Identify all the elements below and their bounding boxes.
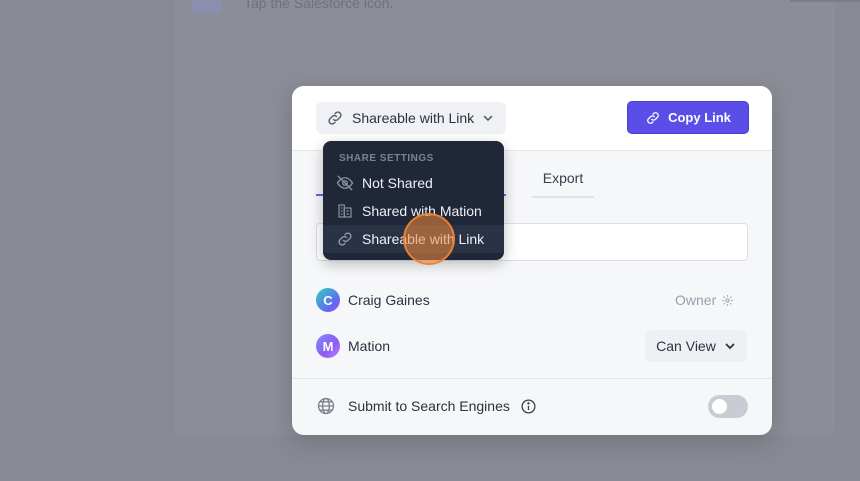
seo-label: Submit to Search Engines [348, 398, 510, 414]
background-step: Tap the Salesforce icon. [192, 0, 393, 14]
menu-item-label: Shareable with Link [362, 231, 485, 247]
gear-icon[interactable] [721, 294, 734, 307]
globe-icon [316, 396, 336, 416]
copy-link-button[interactable]: Copy Link [627, 101, 749, 134]
tab-export[interactable]: Export [532, 170, 594, 198]
menu-item-shared-with-mation[interactable]: Shared with Mation [323, 197, 504, 225]
permission-label: Can View [656, 338, 716, 354]
share-settings-dropdown: SHARE SETTINGS Not Shared Shared with Ma… [323, 141, 504, 260]
person-row-mation: M Mation [316, 333, 390, 359]
menu-item-not-shared[interactable]: Not Shared [323, 169, 504, 197]
eye-off-icon [336, 174, 354, 192]
person-name: Mation [348, 338, 391, 354]
menu-item-label: Not Shared [362, 175, 433, 191]
share-modal: Shareable with Link Copy Link Export C C… [292, 86, 772, 435]
dropdown-heading: SHARE SETTINGS [339, 153, 434, 164]
owner-label: Owner [675, 292, 717, 308]
step-badge [192, 0, 222, 14]
footer-divider [292, 378, 772, 379]
link-icon [645, 110, 661, 126]
info-icon[interactable] [520, 398, 537, 415]
seo-row: Submit to Search Engines [316, 396, 537, 416]
chevron-down-icon [482, 112, 494, 124]
share-settings-select[interactable]: Shareable with Link [316, 102, 507, 134]
link-icon [336, 230, 354, 248]
seo-toggle[interactable] [708, 395, 748, 418]
person-name: Craig Gaines [348, 292, 430, 308]
menu-item-shareable-with-link[interactable]: Shareable with Link [323, 225, 504, 253]
avatar: M [316, 334, 340, 358]
link-icon [326, 109, 344, 127]
chevron-down-icon [724, 340, 736, 352]
copy-link-label: Copy Link [668, 110, 731, 125]
share-select-label: Shareable with Link [352, 110, 475, 126]
person-row-owner: C Craig Gaines [316, 287, 430, 313]
toggle-knob [712, 399, 727, 414]
owner-role: Owner [675, 292, 734, 308]
permission-select[interactable]: Can View [645, 330, 747, 362]
building-icon [336, 202, 354, 220]
avatar: C [316, 288, 340, 312]
step-text: Tap the Salesforce icon. [244, 0, 394, 11]
menu-item-label: Shared with Mation [362, 203, 482, 219]
background-topbar [790, 0, 860, 2]
